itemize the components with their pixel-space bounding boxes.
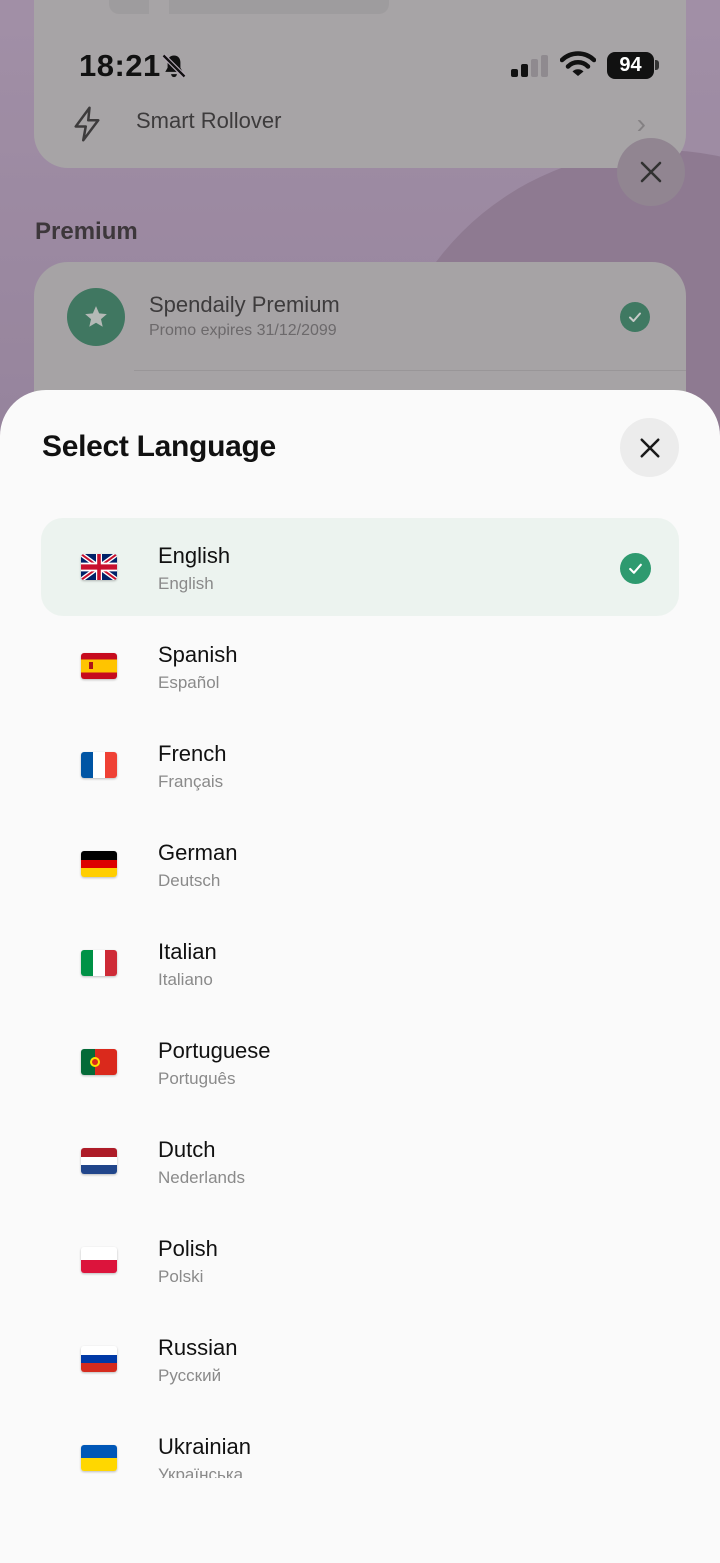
language-item-spanish[interactable]: Spanish Español — [41, 617, 679, 715]
language-sheet: Select Language English English Spanish … — [0, 390, 720, 1563]
language-native-name: Русский — [158, 1366, 222, 1385]
language-native-name: Português — [158, 1069, 236, 1088]
language-name: Polish — [158, 1236, 218, 1261]
language-item-ukrainian[interactable]: Ukrainian Українська — [41, 1409, 679, 1478]
language-name: Italian — [158, 939, 217, 964]
language-native-name: Українська — [158, 1465, 244, 1478]
language-item-russian[interactable]: Russian Русский — [41, 1310, 679, 1408]
close-icon — [639, 437, 660, 458]
language-name: Portuguese — [158, 1038, 271, 1063]
wifi-icon — [560, 51, 596, 76]
flag-pt-icon — [81, 1049, 117, 1075]
language-name: Ukrainian — [158, 1434, 251, 1459]
close-button[interactable] — [620, 418, 679, 477]
flag-it-icon — [81, 950, 117, 976]
sheet-title: Select Language — [42, 430, 276, 463]
flag-pl-icon — [81, 1247, 117, 1273]
language-native-name: Français — [158, 772, 224, 791]
language-native-name: Polski — [158, 1267, 204, 1286]
language-native-name: Español — [158, 673, 220, 692]
language-native-name: Deutsch — [158, 871, 221, 890]
language-item-polish[interactable]: Polish Polski — [41, 1211, 679, 1309]
language-item-french[interactable]: French Français — [41, 716, 679, 814]
flag-uk-icon — [81, 554, 117, 580]
status-time: 18:21 — [79, 48, 161, 83]
flag-de-icon — [81, 851, 117, 877]
language-item-italian[interactable]: Italian Italiano — [41, 914, 679, 1012]
language-item-german[interactable]: German Deutsch — [41, 815, 679, 913]
flag-fr-icon — [81, 752, 117, 778]
checkmark-icon — [620, 553, 651, 584]
language-name: French — [158, 741, 227, 766]
language-item-english[interactable]: English English — [41, 518, 679, 616]
language-name: German — [158, 840, 238, 865]
flag-es-icon — [81, 653, 117, 679]
flag-ua-icon — [81, 1445, 117, 1471]
flag-ru-icon — [81, 1346, 117, 1372]
language-item-portuguese[interactable]: Portuguese Português — [41, 1013, 679, 1111]
signal-icon — [511, 55, 548, 77]
language-name: Spanish — [158, 642, 238, 667]
language-name: Dutch — [158, 1137, 216, 1162]
language-list[interactable]: English English Spanish Español French F… — [41, 518, 679, 1478]
language-name: Russian — [158, 1335, 238, 1360]
status-bar: 18:21 94 — [0, 0, 720, 110]
language-name: English — [158, 543, 231, 568]
flag-nl-icon — [81, 1148, 117, 1174]
language-native-name: Nederlands — [158, 1168, 245, 1187]
bell-slash-icon — [161, 53, 187, 79]
language-native-name: Italiano — [158, 970, 213, 989]
battery-cap — [655, 60, 659, 70]
battery-icon: 94 — [607, 52, 654, 79]
language-native-name: English — [158, 574, 214, 593]
language-item-dutch[interactable]: Dutch Nederlands — [41, 1112, 679, 1210]
